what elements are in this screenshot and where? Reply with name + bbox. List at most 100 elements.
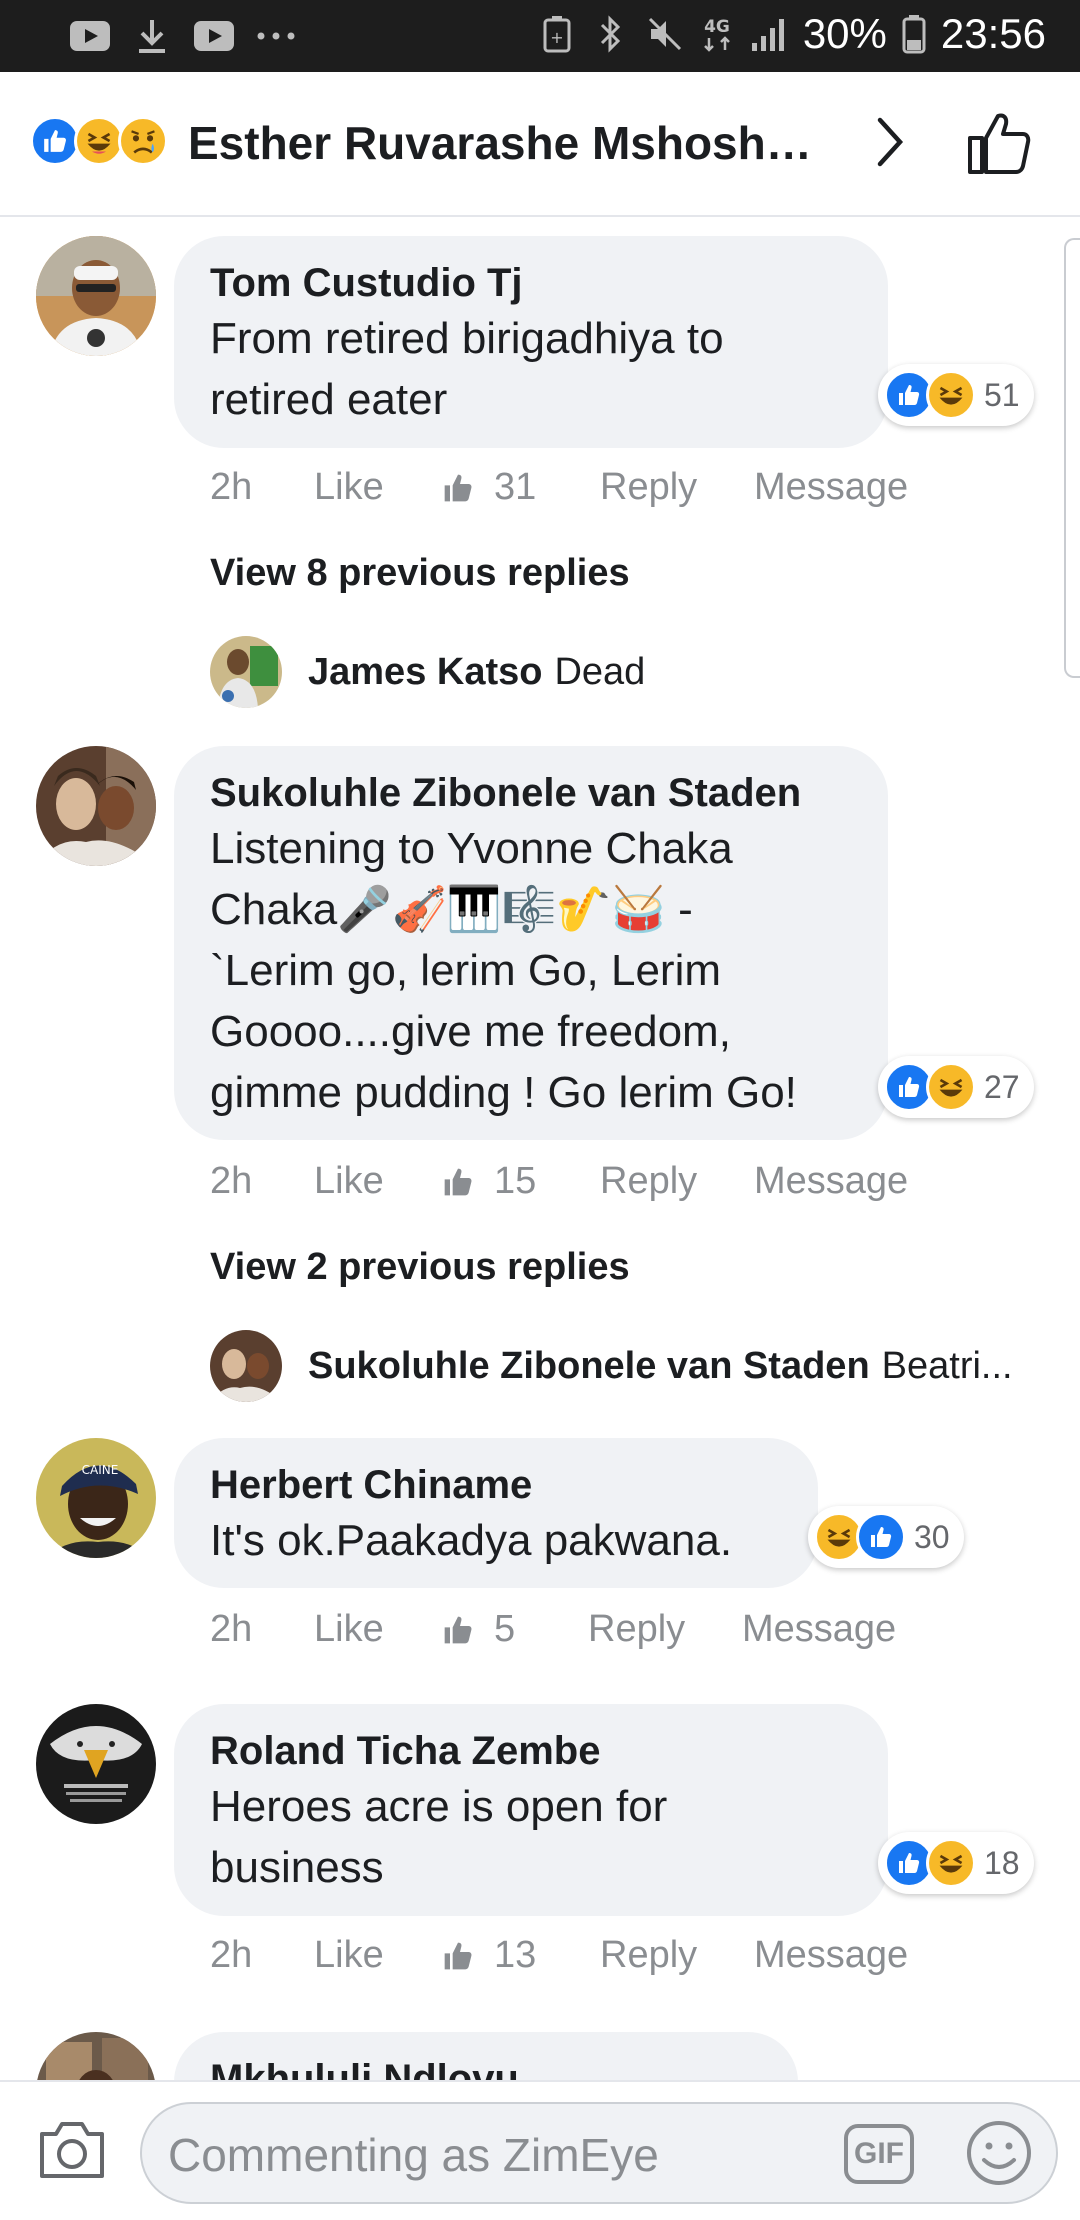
reaction-count: 18 <box>984 1844 1020 1881</box>
reaction-count: 27 <box>984 1068 1020 1105</box>
comment-time: 2h <box>210 1608 253 1650</box>
comment-text: gimme pudding ! Go lerim Go! <box>210 1068 797 1117</box>
like-button[interactable]: Like <box>314 466 442 509</box>
battery-percent: 30% <box>802 10 887 57</box>
comment-actions: 2h Like 5 Reply Message <box>210 1608 896 1651</box>
comment-author[interactable]: Roland Ticha Zembe <box>210 1726 852 1776</box>
comment-author[interactable]: Sukoluhle Zibonele van Staden <box>210 768 852 818</box>
comment-author[interactable]: Herbert Chiname <box>210 1460 782 1510</box>
message-button[interactable]: Message <box>742 1608 896 1651</box>
avatar[interactable] <box>36 746 156 866</box>
battery-saver-icon: + <box>537 14 577 54</box>
comment-bubble[interactable]: Sukoluhle Zibonele van Staden Listening … <box>174 746 888 1140</box>
reaction-count: 51 <box>984 376 1020 413</box>
like-count: 13 <box>494 1934 537 1976</box>
like-icon <box>30 116 80 166</box>
comment-text: Listening to Yvonne Chaka <box>210 824 733 873</box>
svg-text:4G: 4G <box>704 17 730 37</box>
reply-button[interactable]: Reply <box>588 1608 742 1651</box>
avatar[interactable] <box>210 1330 282 1402</box>
sad-icon <box>118 116 168 166</box>
like-button[interactable]: Like <box>314 1934 442 1977</box>
reply-author[interactable]: Sukoluhle Zibonele van Staden <box>308 1345 870 1388</box>
avatar[interactable] <box>210 636 282 708</box>
bluetooth-icon <box>591 14 631 54</box>
avatar[interactable]: CAINE <box>36 1438 156 1558</box>
comment-bubble[interactable]: Roland Ticha Zembe Heroes acre is open f… <box>174 1704 888 1916</box>
view-previous-replies[interactable]: View 8 previous replies <box>210 552 630 595</box>
comment-text: business <box>210 1843 384 1892</box>
comment-text: `Lerim go, lerim Go, Lerim <box>210 946 722 995</box>
youtube-icon <box>70 16 110 56</box>
like-count: 15 <box>494 1160 537 1202</box>
comment-text: Heroes acre is open for <box>210 1782 668 1831</box>
comment-text: From retired birigadhiya to <box>210 314 724 363</box>
like-count: 31 <box>494 466 537 508</box>
thumbs-up-icon <box>442 472 494 504</box>
haha-icon <box>926 1062 976 1112</box>
chevron-right-icon[interactable] <box>870 112 910 172</box>
reply-preview[interactable]: Sukoluhle Zibonele van Staden Beatri... <box>210 1330 1040 1402</box>
clock: 23:56 <box>940 10 1046 57</box>
header-title[interactable]: Esther Ruvarashe Mshosho ... <box>188 116 838 170</box>
reply-text: Dead <box>554 650 646 693</box>
header-reaction-icons[interactable] <box>30 116 168 166</box>
status-bar: + 4G 30% 23:56 <box>0 0 1080 72</box>
haha-icon <box>74 116 124 166</box>
mute-icon <box>645 14 685 54</box>
thumbs-up-icon <box>442 1940 494 1972</box>
haha-icon <box>926 1838 976 1888</box>
like-count: 5 <box>494 1608 516 1650</box>
avatar[interactable] <box>36 1704 156 1824</box>
svg-text:CAINE: CAINE <box>82 1463 119 1477</box>
avatar[interactable] <box>36 236 156 356</box>
reaction-count: 30 <box>914 1518 950 1555</box>
comment-time: 2h <box>210 1160 253 1202</box>
comment-composer: Commenting as ZimEye GIF <box>0 2080 1080 2220</box>
thumbs-up-icon <box>442 1614 494 1646</box>
gif-button[interactable]: GIF <box>844 2124 914 2184</box>
message-button[interactable]: Message <box>754 1160 908 1203</box>
comment-text: It's ok.Paakadya pakwana. <box>210 1516 733 1565</box>
reaction-summary[interactable]: 27 <box>878 1056 1034 1118</box>
reply-button[interactable]: Reply <box>600 466 754 509</box>
camera-icon[interactable] <box>36 2118 108 2182</box>
comment-time: 2h <box>210 1934 253 1976</box>
comment-actions: 2h Like 31 Reply Message <box>210 466 908 509</box>
youtube-icon <box>194 16 234 56</box>
reply-text: Beatri... <box>881 1344 1013 1387</box>
like-icon <box>856 1512 906 1562</box>
emoji-icon[interactable] <box>964 2118 1034 2188</box>
comment-text: retired eater <box>210 375 448 424</box>
reactions-header: Esther Ruvarashe Mshosho ... <box>0 72 1080 217</box>
comment-bubble[interactable]: Tom Custudio Tj From retired birigadhiya… <box>174 236 888 448</box>
more-notifications-icon <box>256 16 296 56</box>
view-previous-replies[interactable]: View 2 previous replies <box>210 1246 630 1289</box>
like-button[interactable]: Like <box>314 1608 442 1651</box>
reaction-summary[interactable]: 30 <box>808 1506 964 1568</box>
comment-bubble[interactable]: Herbert Chiname It's ok.Paakadya pakwana… <box>174 1438 818 1588</box>
like-button[interactable]: Like <box>314 1160 442 1203</box>
message-button[interactable]: Message <box>754 466 908 509</box>
reply-button[interactable]: Reply <box>600 1160 754 1203</box>
reaction-summary[interactable]: 51 <box>878 364 1034 426</box>
haha-icon <box>926 370 976 420</box>
comment-input-placeholder: Commenting as ZimEye <box>168 2129 659 2181</box>
like-page-button[interactable] <box>966 110 1032 176</box>
comment-text: Chaka🎤🎻🎹🎼🎷🥁 - <box>210 885 693 934</box>
comment-actions: 2h Like 15 Reply Message <box>210 1160 908 1203</box>
download-icon <box>132 16 172 56</box>
battery-icon <box>901 14 927 54</box>
message-button[interactable]: Message <box>754 1934 908 1977</box>
comment-input[interactable]: Commenting as ZimEye GIF <box>140 2102 1058 2204</box>
reply-button[interactable]: Reply <box>600 1934 754 1977</box>
reply-preview[interactable]: James Katso Dead <box>210 636 645 708</box>
thumbs-up-icon <box>442 1166 494 1198</box>
reply-author[interactable]: James Katso <box>308 651 542 694</box>
comment-actions: 2h Like 13 Reply Message <box>210 1934 908 1977</box>
reaction-summary[interactable]: 18 <box>878 1832 1034 1894</box>
comment-time: 2h <box>210 466 253 508</box>
comment-author[interactable]: Tom Custudio Tj <box>210 258 852 308</box>
network-4g-icon: 4G <box>699 14 735 54</box>
scroll-indicator[interactable] <box>1064 238 1080 678</box>
